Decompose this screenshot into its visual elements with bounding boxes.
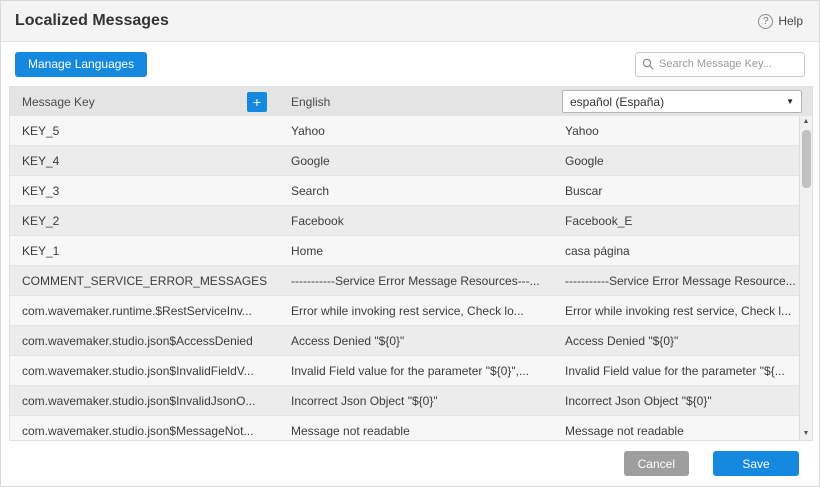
column-header-message-key: Message Key + bbox=[10, 92, 279, 112]
table-row[interactable]: com.wavemaker.runtime.$RestServiceInv...… bbox=[10, 296, 812, 326]
localized-messages-dialog: Localized Messages ? Help Manage Languag… bbox=[0, 0, 820, 487]
cell-english[interactable]: Access Denied "${0}" bbox=[279, 334, 553, 348]
column-header-english: English bbox=[279, 95, 553, 109]
cell-message-key[interactable]: com.wavemaker.studio.json$MessageNot... bbox=[10, 424, 279, 438]
cell-translation[interactable]: -----------Service Error Message Resourc… bbox=[553, 274, 812, 288]
language-select-value: español (España) bbox=[570, 95, 664, 109]
cell-english[interactable]: -----------Service Error Message Resourc… bbox=[279, 274, 553, 288]
cell-translation[interactable]: Google bbox=[553, 154, 812, 168]
add-message-key-button[interactable]: + bbox=[247, 92, 267, 112]
page-title: Localized Messages bbox=[15, 12, 169, 30]
english-header-label: English bbox=[291, 95, 330, 109]
cell-translation[interactable]: Facebook_E bbox=[553, 214, 812, 228]
chevron-down-icon: ▼ bbox=[786, 97, 794, 106]
cell-translation[interactable]: Yahoo bbox=[553, 124, 812, 138]
cell-english[interactable]: Google bbox=[279, 154, 553, 168]
cell-english[interactable]: Home bbox=[279, 244, 553, 258]
table-row[interactable]: com.wavemaker.studio.json$InvalidFieldV.… bbox=[10, 356, 812, 386]
help-icon: ? bbox=[758, 14, 773, 29]
cell-english[interactable]: Message not readable bbox=[279, 424, 553, 438]
table-row[interactable]: com.wavemaker.studio.json$AccessDeniedAc… bbox=[10, 326, 812, 356]
search-icon bbox=[642, 58, 654, 70]
table-row[interactable]: com.wavemaker.studio.json$InvalidJsonO..… bbox=[10, 386, 812, 416]
scroll-down-icon[interactable]: ▼ bbox=[800, 428, 812, 440]
cell-message-key[interactable]: com.wavemaker.studio.json$InvalidJsonO..… bbox=[10, 394, 279, 408]
cell-message-key[interactable]: COMMENT_SERVICE_ERROR_MESSAGES bbox=[10, 274, 279, 288]
table-row[interactable]: KEY_4GoogleGoogle bbox=[10, 146, 812, 176]
column-header-language: español (España) ▼ bbox=[553, 90, 812, 113]
messages-table: Message Key + English español (España) ▼… bbox=[9, 86, 813, 441]
search-input[interactable] bbox=[659, 58, 798, 70]
cell-message-key[interactable]: KEY_5 bbox=[10, 124, 279, 138]
table-row[interactable]: COMMENT_SERVICE_ERROR_MESSAGES----------… bbox=[10, 266, 812, 296]
cell-english[interactable]: Incorrect Json Object "${0}" bbox=[279, 394, 553, 408]
cell-message-key[interactable]: KEY_2 bbox=[10, 214, 279, 228]
cell-message-key[interactable]: com.wavemaker.studio.json$InvalidFieldV.… bbox=[10, 364, 279, 378]
vertical-scrollbar[interactable]: ▲ ▼ bbox=[799, 116, 812, 440]
cell-english[interactable]: Invalid Field value for the parameter "$… bbox=[279, 364, 553, 378]
cell-message-key[interactable]: com.wavemaker.studio.json$AccessDenied bbox=[10, 334, 279, 348]
title-bar: Localized Messages ? Help bbox=[1, 1, 819, 42]
table-row[interactable]: com.wavemaker.studio.json$MessageNot...M… bbox=[10, 416, 812, 440]
cell-message-key[interactable]: KEY_3 bbox=[10, 184, 279, 198]
cell-translation[interactable]: Incorrect Json Object "${0}" bbox=[553, 394, 812, 408]
table-row[interactable]: KEY_1Homecasa página bbox=[10, 236, 812, 266]
search-box[interactable] bbox=[635, 52, 805, 77]
cell-translation[interactable]: Invalid Field value for the parameter "$… bbox=[553, 364, 812, 378]
message-key-header-label: Message Key bbox=[22, 95, 95, 109]
scrollbar-thumb[interactable] bbox=[802, 130, 811, 188]
cell-english[interactable]: Error while invoking rest service, Check… bbox=[279, 304, 553, 318]
table-header-row: Message Key + English español (España) ▼ bbox=[10, 87, 812, 116]
footer: Cancel Save bbox=[1, 441, 819, 486]
table-body-wrap: KEY_5YahooYahooKEY_4GoogleGoogleKEY_3Sea… bbox=[10, 116, 812, 440]
cell-message-key[interactable]: com.wavemaker.runtime.$RestServiceInv... bbox=[10, 304, 279, 318]
cell-message-key[interactable]: KEY_4 bbox=[10, 154, 279, 168]
cancel-button[interactable]: Cancel bbox=[624, 451, 689, 476]
language-select[interactable]: español (España) ▼ bbox=[562, 90, 802, 113]
table-row[interactable]: KEY_2FacebookFacebook_E bbox=[10, 206, 812, 236]
cell-translation[interactable]: Error while invoking rest service, Check… bbox=[553, 304, 812, 318]
cell-english[interactable]: Search bbox=[279, 184, 553, 198]
toolbar: Manage Languages bbox=[1, 42, 819, 86]
cell-translation[interactable]: Buscar bbox=[553, 184, 812, 198]
cell-translation[interactable]: Access Denied "${0}" bbox=[553, 334, 812, 348]
cell-english[interactable]: Yahoo bbox=[279, 124, 553, 138]
table-row[interactable]: KEY_3SearchBuscar bbox=[10, 176, 812, 206]
scroll-up-icon[interactable]: ▲ bbox=[800, 116, 812, 128]
help-label: Help bbox=[778, 14, 803, 28]
cell-translation[interactable]: Message not readable bbox=[553, 424, 812, 438]
cell-translation[interactable]: casa página bbox=[553, 244, 812, 258]
save-button[interactable]: Save bbox=[713, 451, 799, 476]
manage-languages-button[interactable]: Manage Languages bbox=[15, 52, 147, 77]
table-body: KEY_5YahooYahooKEY_4GoogleGoogleKEY_3Sea… bbox=[10, 116, 812, 440]
help-button[interactable]: ? Help bbox=[758, 14, 803, 29]
cell-english[interactable]: Facebook bbox=[279, 214, 553, 228]
table-row[interactable]: KEY_5YahooYahoo bbox=[10, 116, 812, 146]
cell-message-key[interactable]: KEY_1 bbox=[10, 244, 279, 258]
